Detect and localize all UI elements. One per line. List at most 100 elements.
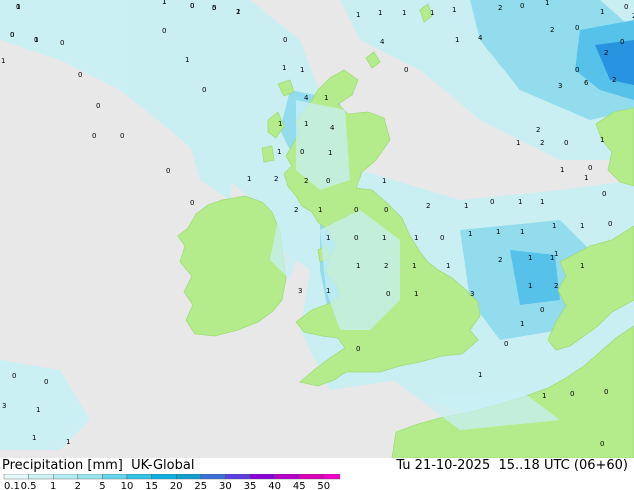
color-scale-swatch — [126, 474, 152, 480]
precip-value-label: 2 — [536, 126, 540, 134]
precip-value-label: 1 — [600, 8, 604, 16]
precip-value-label: 1 — [580, 222, 584, 230]
precip-value-label: 1 — [518, 198, 522, 206]
precip-value-label: 0 — [440, 234, 444, 242]
precip-value-label: 1 — [516, 139, 520, 147]
precip-value-label: 0 — [608, 220, 612, 228]
precip-value-label: 1 — [580, 262, 584, 270]
precip-value-label: 1 — [278, 120, 282, 128]
precip-value-label: 0 — [12, 372, 16, 380]
precip-value-label: 1 — [402, 9, 406, 17]
precip-value-label: 0 — [326, 177, 330, 185]
precip-value-label: 0 — [212, 4, 216, 12]
precip-value-label: 0 — [283, 36, 287, 44]
precip-value-label: 1 — [464, 202, 468, 210]
precip-value-label: 1 — [560, 166, 564, 174]
color-scale-tick: 40 — [268, 481, 281, 490]
precip-value-label: 2 — [550, 26, 554, 34]
precip-value-label: 0 — [60, 39, 64, 47]
precip-value-label: 1 — [162, 0, 166, 6]
precip-value-label: 0 — [78, 71, 82, 79]
precip-value-label: 1 — [540, 198, 544, 206]
precip-value-label: 3 — [470, 290, 474, 298]
precip-value-label: 3 — [298, 287, 302, 295]
precip-value-label: 0 — [166, 167, 170, 175]
color-scale-tick-labels: 0.1 0.5 1 2 5 10 15 20 25 30 35 40 45 50 — [4, 481, 330, 490]
precip-value-label: 1 — [326, 287, 330, 295]
precip-value-label: 2 — [540, 139, 544, 147]
precip-value-label: 4 — [478, 34, 483, 42]
precip-value-label: 0 — [96, 102, 100, 110]
precip-value-label: 3 — [2, 402, 6, 410]
precip-value-label: 0 — [386, 290, 390, 298]
precip-value-label: 0 — [44, 378, 48, 386]
color-scale-swatch — [3, 474, 29, 480]
precip-value-label: 1 — [520, 228, 524, 236]
precip-value-label: 0 — [404, 66, 408, 74]
precip-value-label: 0 — [162, 27, 166, 35]
precip-value-label: 2 — [384, 262, 388, 270]
color-scale-swatch — [299, 474, 325, 480]
precip-value-label: 2 — [274, 175, 278, 183]
color-scale-tick: 35 — [244, 481, 257, 490]
color-scale-tick: 30 — [219, 481, 232, 490]
precip-value-label: 1 — [326, 234, 330, 242]
precip-value-label: 3 — [558, 82, 562, 90]
precip-value-label: 4 — [330, 124, 335, 132]
color-scale-tick: 5 — [99, 481, 105, 490]
precip-value-label: 0 — [300, 148, 304, 156]
precip-value-label: 2 — [294, 206, 298, 214]
precip-value-label: 1 — [66, 438, 70, 446]
precip-value-label: 1 — [356, 262, 360, 270]
color-scale-tick: 1 — [50, 481, 56, 490]
precip-value-label: 0 — [600, 440, 604, 448]
color-scale-tick: 50 — [317, 481, 330, 490]
color-scale-tick: 0.5 — [21, 481, 37, 490]
precip-value-label: 1 — [328, 149, 332, 157]
precip-value-label: 0 — [602, 190, 606, 198]
color-scale-tick: 2 — [75, 481, 81, 490]
precip-value-label: 0 — [202, 86, 206, 94]
precip-value-label: 0 — [490, 198, 494, 206]
precip-value-label: 0 — [34, 36, 38, 44]
precip-value-label: 1 — [318, 206, 322, 214]
precip-value-label: 0 — [384, 206, 388, 214]
color-scale-swatch — [225, 474, 251, 480]
color-scale-swatch — [323, 474, 340, 480]
precip-value-label: 0 — [588, 164, 592, 172]
color-scale-swatch — [175, 474, 201, 480]
precip-value-label: 0 — [575, 24, 579, 32]
color-scale-swatches — [3, 474, 340, 480]
precip-value-label: 2 — [604, 49, 608, 57]
color-scale-swatch — [102, 474, 128, 480]
precip-value-label: 2 — [304, 177, 308, 185]
precip-value-label: 1 — [356, 11, 360, 19]
precip-value-label: 1 — [300, 66, 304, 74]
precip-value-label: 1 — [584, 174, 588, 182]
precip-value-label: 1 — [446, 262, 450, 270]
precip-value-label: 0 — [520, 2, 524, 10]
color-scale-swatch — [151, 474, 177, 480]
color-scale-tick: 15 — [145, 481, 158, 490]
precipitation-map: 11 0 5 101 01001 1 1 1 1 2 0 1014 1 4020201001 10 3 6 20 0… — [0, 0, 634, 458]
color-scale-swatch — [274, 474, 300, 480]
precip-value-label: 1 — [277, 148, 281, 156]
precip-value-label: 1 — [324, 94, 328, 102]
precip-value-label: 0 — [624, 3, 628, 11]
precip-value-label: 1 — [430, 9, 434, 17]
precip-value-label: 0 — [10, 31, 14, 39]
precip-value-label: 2 — [426, 202, 430, 210]
precip-value-label: 1 — [304, 120, 308, 128]
precip-value-label: 1 — [528, 282, 532, 290]
precip-value-label: 4 — [304, 94, 309, 102]
precip-value-label: 1 — [478, 371, 482, 379]
precip-value-label: 0 — [120, 132, 124, 140]
color-scale-swatch — [28, 474, 54, 480]
map-footer: Precipitation [mm] UK-Global Tu 21-10-20… — [0, 458, 634, 490]
color-scale-tick: 20 — [170, 481, 183, 490]
color-scale-swatch — [249, 474, 275, 480]
parameter-model-title: Precipitation [mm] UK-Global — [2, 458, 195, 473]
precip-value-label: 2 — [236, 8, 240, 16]
precip-value-label: 1 — [552, 222, 556, 230]
color-scale-tick: 0.1 — [4, 481, 20, 490]
